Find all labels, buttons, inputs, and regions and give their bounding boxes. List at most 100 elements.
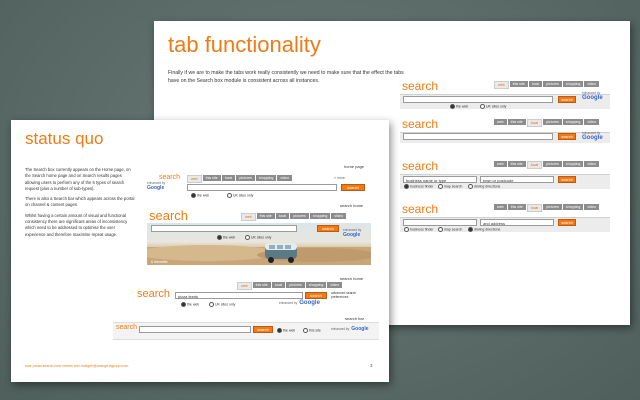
slide-status-quo: status quo The Search box currently appe… bbox=[11, 120, 389, 382]
search-input[interactable] bbox=[139, 326, 251, 333]
search-bar-widget: search search the web this site enhanced… bbox=[113, 322, 379, 340]
search-button[interactable]: search bbox=[558, 176, 576, 183]
tab-local[interactable]: local bbox=[271, 282, 286, 288]
radio-this-site[interactable]: this site bbox=[303, 328, 321, 333]
tab-local[interactable]: local bbox=[221, 175, 236, 181]
search-label: search bbox=[402, 202, 439, 216]
tab-web[interactable]: web bbox=[241, 213, 256, 221]
radio-driving-directions[interactable]: driving directions bbox=[468, 227, 500, 232]
slide-paragraphs: The Search box currently appears on the … bbox=[25, 167, 135, 242]
from-input[interactable] bbox=[403, 219, 477, 226]
search-button[interactable]: search bbox=[253, 326, 273, 333]
search-widget-web: web this site local pictures shopping vi… bbox=[400, 79, 612, 109]
tab-pictures[interactable]: pictures bbox=[543, 204, 562, 210]
search-button[interactable]: search bbox=[558, 219, 576, 226]
google-logo: enhanced by Google bbox=[582, 131, 603, 141]
paragraph: Whilst having a certain amount of visual… bbox=[25, 212, 128, 237]
radio-web[interactable]: the web bbox=[450, 104, 468, 109]
label-search-home: search home bbox=[340, 203, 364, 208]
tab-local[interactable]: local bbox=[275, 213, 290, 219]
page-number: 3 bbox=[370, 363, 373, 368]
tab-local[interactable]: local bbox=[528, 81, 543, 87]
advanced-search-link[interactable]: advanced search preferences bbox=[331, 291, 369, 299]
search-button[interactable]: search bbox=[558, 96, 576, 103]
tab-local[interactable]: local bbox=[526, 161, 543, 169]
label-search-bar: search bar bbox=[345, 316, 364, 321]
search-label: search bbox=[402, 117, 439, 131]
tab-shopping[interactable]: shopping bbox=[562, 204, 584, 210]
tab-web[interactable]: web bbox=[494, 204, 507, 210]
tab-pictures[interactable]: pictures bbox=[543, 81, 562, 87]
search-input[interactable] bbox=[403, 133, 553, 140]
label-search-home-2: search home bbox=[340, 276, 364, 281]
radio-uk[interactable]: UK sites only bbox=[209, 302, 235, 307]
tab-video[interactable]: video bbox=[584, 204, 599, 210]
tab-local[interactable]: local bbox=[526, 204, 543, 212]
tab-pictures[interactable]: pictures bbox=[290, 213, 309, 219]
tab-this-site[interactable]: this site bbox=[507, 204, 526, 210]
tab-shopping[interactable]: shopping bbox=[255, 175, 277, 181]
tab-web[interactable]: web bbox=[494, 81, 509, 89]
label-home-page: home page bbox=[344, 164, 365, 169]
tab-this-site[interactable]: this site bbox=[202, 175, 221, 181]
tab-this-site[interactable]: this site bbox=[507, 161, 526, 167]
radio-map-search[interactable]: map search bbox=[438, 184, 462, 189]
search-label: search bbox=[137, 288, 171, 300]
town-input[interactable]: town or postcode bbox=[480, 176, 554, 183]
tab-shopping[interactable]: shopping bbox=[305, 282, 327, 288]
google-logo: enhanced by Google bbox=[582, 91, 603, 101]
radio-business-finder[interactable]: business finder bbox=[404, 184, 434, 189]
radio-driving-directions[interactable]: driving directions bbox=[468, 184, 500, 189]
tab-local[interactable]: local bbox=[526, 119, 543, 127]
search-widget-search-home: search web this site local pictures shop… bbox=[147, 208, 371, 272]
tab-this-site[interactable]: this site bbox=[252, 282, 271, 288]
radio-uk[interactable]: UK sites only bbox=[227, 193, 253, 198]
search-input[interactable] bbox=[151, 225, 297, 232]
tab-web[interactable]: web bbox=[187, 175, 202, 183]
radio-uk[interactable]: UK sites only bbox=[480, 104, 506, 109]
tab-web[interactable]: web bbox=[237, 282, 252, 290]
tab-pictures[interactable]: pictures bbox=[236, 175, 255, 181]
search-widget-web-2: web this site local pictures shopping vi… bbox=[400, 117, 612, 143]
tab-web[interactable]: web bbox=[494, 161, 507, 167]
slide-title: status quo bbox=[25, 129, 104, 148]
tab-video[interactable]: video bbox=[584, 119, 599, 125]
search-input[interactable] bbox=[187, 184, 337, 191]
tab-pictures[interactable]: pictures bbox=[286, 282, 305, 288]
more-link[interactable]: » more bbox=[334, 176, 345, 180]
radio-business-finder[interactable]: business finder bbox=[404, 227, 434, 232]
google-logo: enhanced by Google bbox=[331, 326, 369, 332]
tab-pictures[interactable]: pictures bbox=[543, 161, 562, 167]
search-button[interactable]: search bbox=[317, 225, 339, 232]
tab-video[interactable]: video bbox=[277, 175, 292, 181]
tab-this-site[interactable]: this site bbox=[507, 119, 526, 125]
radio-map-search[interactable]: map search bbox=[438, 227, 462, 232]
search-label: search bbox=[159, 174, 181, 181]
tab-web[interactable]: web bbox=[494, 119, 507, 125]
tab-video[interactable]: video bbox=[584, 81, 599, 87]
slide-paragraph: Finally if we are to make the tabs work … bbox=[168, 70, 404, 84]
search-button[interactable]: search bbox=[558, 133, 576, 140]
tab-shopping[interactable]: shopping bbox=[309, 213, 331, 219]
search-button[interactable]: search bbox=[305, 292, 327, 299]
tab-shopping[interactable]: shopping bbox=[562, 81, 584, 87]
paragraph: There is also a Search bar which appears… bbox=[25, 196, 135, 208]
radio-web[interactable]: the web bbox=[181, 302, 199, 307]
radio-web[interactable]: the web bbox=[277, 328, 295, 333]
tab-shopping[interactable]: shopping bbox=[562, 161, 584, 167]
radio-web[interactable]: the web bbox=[217, 235, 235, 240]
tab-video[interactable]: video bbox=[584, 161, 599, 167]
business-input[interactable]: business name or type bbox=[403, 176, 477, 183]
search-button[interactable]: search bbox=[341, 184, 365, 191]
search-input[interactable]: pizza leeds bbox=[175, 292, 303, 299]
tab-this-site[interactable]: this site bbox=[256, 213, 275, 219]
address-input[interactable]: and address bbox=[480, 219, 554, 226]
tab-this-site[interactable]: this site bbox=[509, 81, 528, 87]
tab-video[interactable]: video bbox=[331, 213, 346, 219]
search-input[interactable] bbox=[403, 96, 553, 103]
tab-pictures[interactable]: pictures bbox=[543, 119, 562, 125]
tab-shopping[interactable]: shopping bbox=[562, 119, 584, 125]
radio-uk[interactable]: UK sites only bbox=[245, 235, 271, 240]
radio-web[interactable]: the web bbox=[191, 193, 209, 198]
tab-video[interactable]: video bbox=[327, 282, 342, 288]
